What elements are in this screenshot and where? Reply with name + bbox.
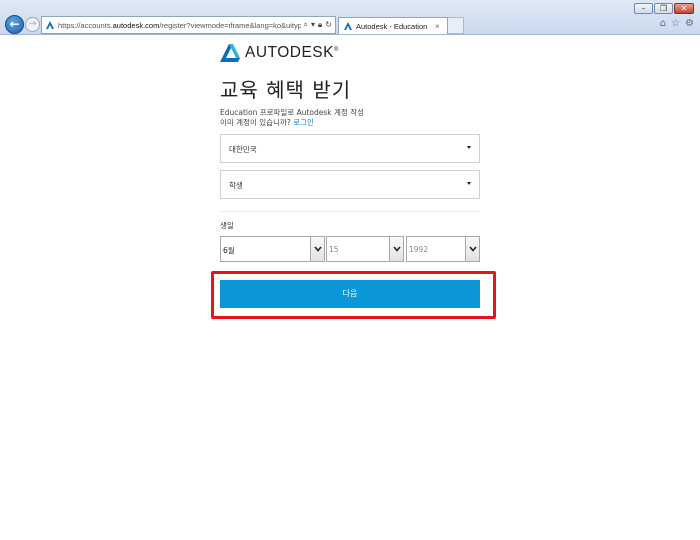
favorites-star-icon[interactable]: ☆ [671, 18, 680, 29]
close-window-button[interactable]: ✕ [674, 3, 694, 14]
url-text: https://accounts.autodesk.com/register?v… [58, 20, 301, 30]
dropdown-arrow-icon [467, 182, 471, 185]
login-prompt: 이미 계정이 있습니까? 로그인 [220, 118, 314, 127]
role-value: 학생 [229, 181, 243, 190]
birth-year-select[interactable]: 1992 [406, 236, 480, 262]
birthdate-fields: 6월 15 1992 [220, 236, 480, 262]
autodesk-favicon-icon [46, 21, 54, 29]
autodesk-logo: AUTODESK® [220, 40, 480, 66]
minimize-button[interactable]: – [634, 3, 653, 14]
browser-tab[interactable]: Autodesk - Education × [338, 17, 448, 34]
restore-button[interactable]: ❐ [654, 3, 673, 14]
logo-text: AUTODESK® [245, 44, 339, 61]
settings-gear-icon[interactable]: ⚙ [685, 18, 694, 29]
home-icon[interactable]: ⌂ [660, 18, 666, 29]
autodesk-favicon-icon [344, 22, 352, 30]
login-link[interactable]: 로그인 [293, 118, 314, 127]
birth-month-select[interactable]: 6월 [220, 236, 325, 262]
tab-close-icon[interactable]: × [435, 22, 447, 31]
dropdown-arrow-icon [467, 146, 471, 149]
education-signup-form: AUTODESK® 교육 혜택 받기 Education 프로파일로 Autod… [220, 40, 480, 262]
address-bar[interactable]: https://accounts.autodesk.com/register?v… [41, 16, 336, 34]
birth-day-select[interactable]: 15 [326, 236, 404, 262]
chevron-down-icon[interactable] [389, 237, 403, 261]
page-title: 교육 혜택 받기 [220, 78, 352, 102]
chevron-down-icon[interactable] [310, 237, 324, 261]
refresh-icon[interactable]: ↻ [325, 20, 332, 30]
window-controls: – ❐ ✕ [634, 3, 694, 14]
lock-icon[interactable]: 🔒︎ [318, 20, 322, 30]
role-select[interactable]: 학생 [220, 170, 480, 199]
browser-toolbar: – ❐ ✕ ← → https://accounts.autodesk.com/… [0, 0, 700, 35]
divider [220, 211, 480, 212]
autodesk-logo-icon [220, 44, 240, 62]
country-select[interactable]: 대한민국 [220, 134, 480, 163]
search-icon[interactable]: ⌕ [304, 20, 308, 30]
subtitle-block: Education 프로파일로 Autodesk 계정 작성 이미 계정이 있습… [220, 108, 480, 128]
new-tab-button[interactable] [448, 17, 464, 34]
browser-right-icons: ⌂ ☆ ⚙ [660, 18, 694, 29]
forward-button[interactable]: → [25, 17, 40, 32]
birthdate-label: 생일 [220, 221, 234, 230]
next-button[interactable]: 다음 [220, 280, 480, 308]
back-button[interactable]: ← [5, 15, 24, 34]
subtitle: Education 프로파일로 Autodesk 계정 작성 [220, 108, 365, 117]
tab-title: Autodesk - Education [356, 21, 428, 31]
chevron-down-icon[interactable] [465, 237, 479, 261]
country-value: 대한민국 [229, 145, 257, 154]
dropdown-arrow-icon[interactable]: ▾ [311, 20, 315, 30]
